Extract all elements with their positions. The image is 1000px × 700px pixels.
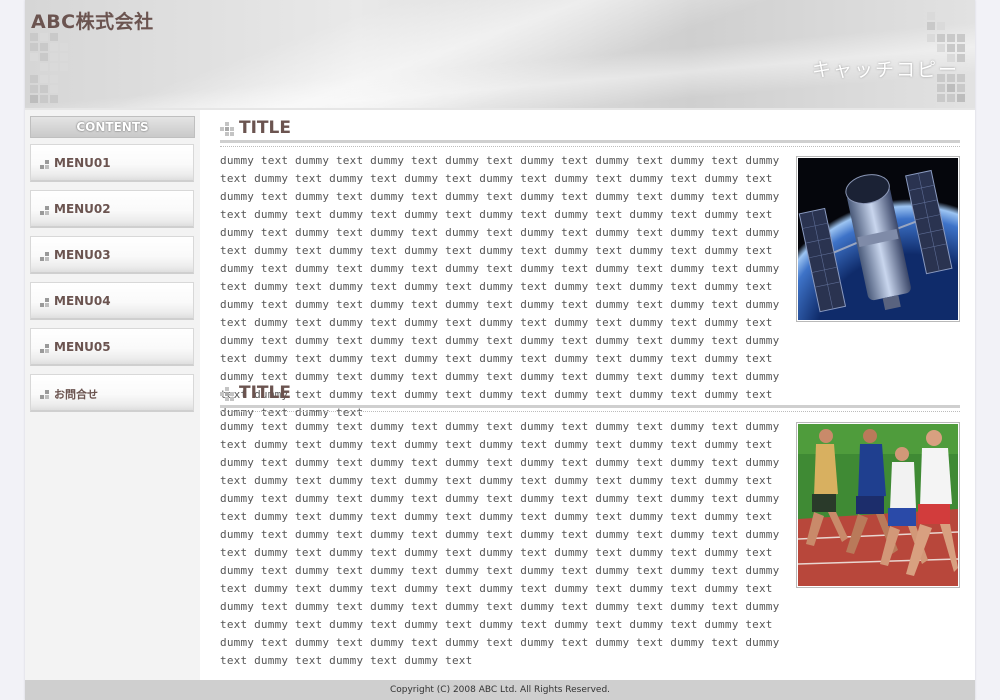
company-logo[interactable]: ABC株式会社: [31, 7, 154, 34]
bullet-squares-icon: [40, 252, 49, 261]
bullet-squares-icon: [40, 206, 49, 215]
satellite-image: [796, 156, 960, 322]
sidebar-item-menu02[interactable]: MENU02: [30, 190, 194, 228]
sidebar-item-menu03[interactable]: MENU03: [30, 236, 194, 274]
sidebar-item-label: MENU03: [54, 248, 111, 262]
bullet-squares-icon: [40, 160, 49, 169]
heading-squares-icon: [220, 387, 234, 401]
sidebar-item-menu04[interactable]: MENU04: [30, 282, 194, 320]
page-container: ABC株式会社 キャッチコピー CONTENTS MENU01 MENU02 M…: [25, 0, 975, 700]
sidebar-item-contact[interactable]: お問合せ: [30, 374, 194, 412]
section-heading: TITLE: [220, 383, 960, 412]
sidebar-item-label: MENU04: [54, 294, 111, 308]
sidebar-item-label: お問合せ: [54, 388, 98, 401]
runners-image: [796, 422, 960, 588]
section-body-text: dummy text dummy text dummy text dummy t…: [220, 420, 780, 667]
sidebar-item-menu01[interactable]: MENU01: [30, 144, 194, 182]
footer-copyright: Copyright (C) 2008 ABC Ltd. All Rights R…: [25, 680, 975, 700]
section-title: TITLE: [239, 383, 291, 403]
sidebar-item-label: MENU02: [54, 202, 111, 216]
sidebar: CONTENTS MENU01 MENU02 MENU03 MENU04 MEN…: [25, 110, 200, 680]
section-heading: TITLE: [220, 118, 960, 147]
contents-heading: CONTENTS: [30, 116, 195, 138]
bullet-squares-icon: [40, 298, 49, 307]
sidebar-item-label: MENU01: [54, 156, 111, 170]
section-body-text: dummy text dummy text dummy text dummy t…: [220, 154, 780, 419]
runners-illustration: [798, 424, 958, 586]
header-banner: ABC株式会社 キャッチコピー: [25, 0, 975, 110]
bullet-squares-icon: [40, 390, 49, 399]
bullet-squares-icon: [40, 344, 49, 353]
sidebar-item-menu05[interactable]: MENU05: [30, 328, 194, 366]
satellite-illustration: [798, 158, 958, 320]
section-title: TITLE: [239, 118, 291, 138]
sidebar-item-label: MENU05: [54, 340, 111, 354]
heading-squares-icon: [220, 122, 234, 136]
catch-copy: キャッチコピー: [811, 59, 959, 81]
decorative-squares-left: [30, 33, 75, 105]
